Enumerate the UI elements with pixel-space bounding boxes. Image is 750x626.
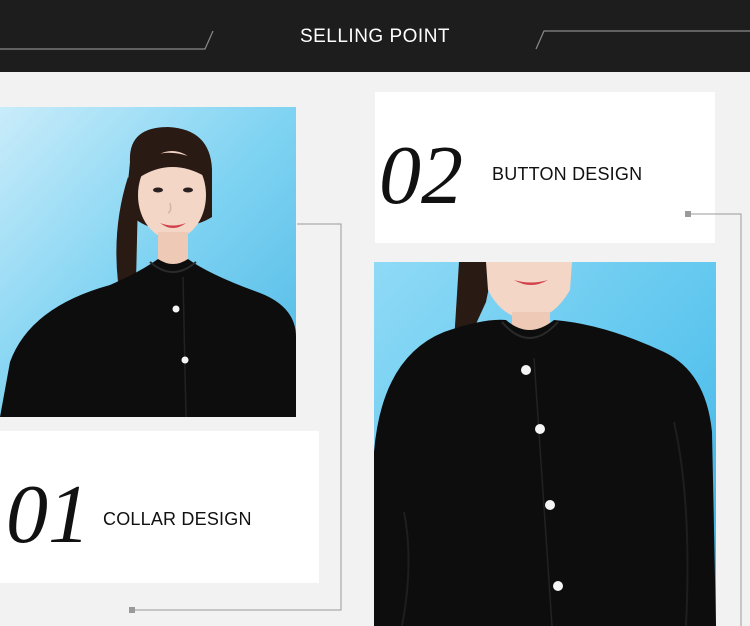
connector-lines — [129, 211, 742, 626]
